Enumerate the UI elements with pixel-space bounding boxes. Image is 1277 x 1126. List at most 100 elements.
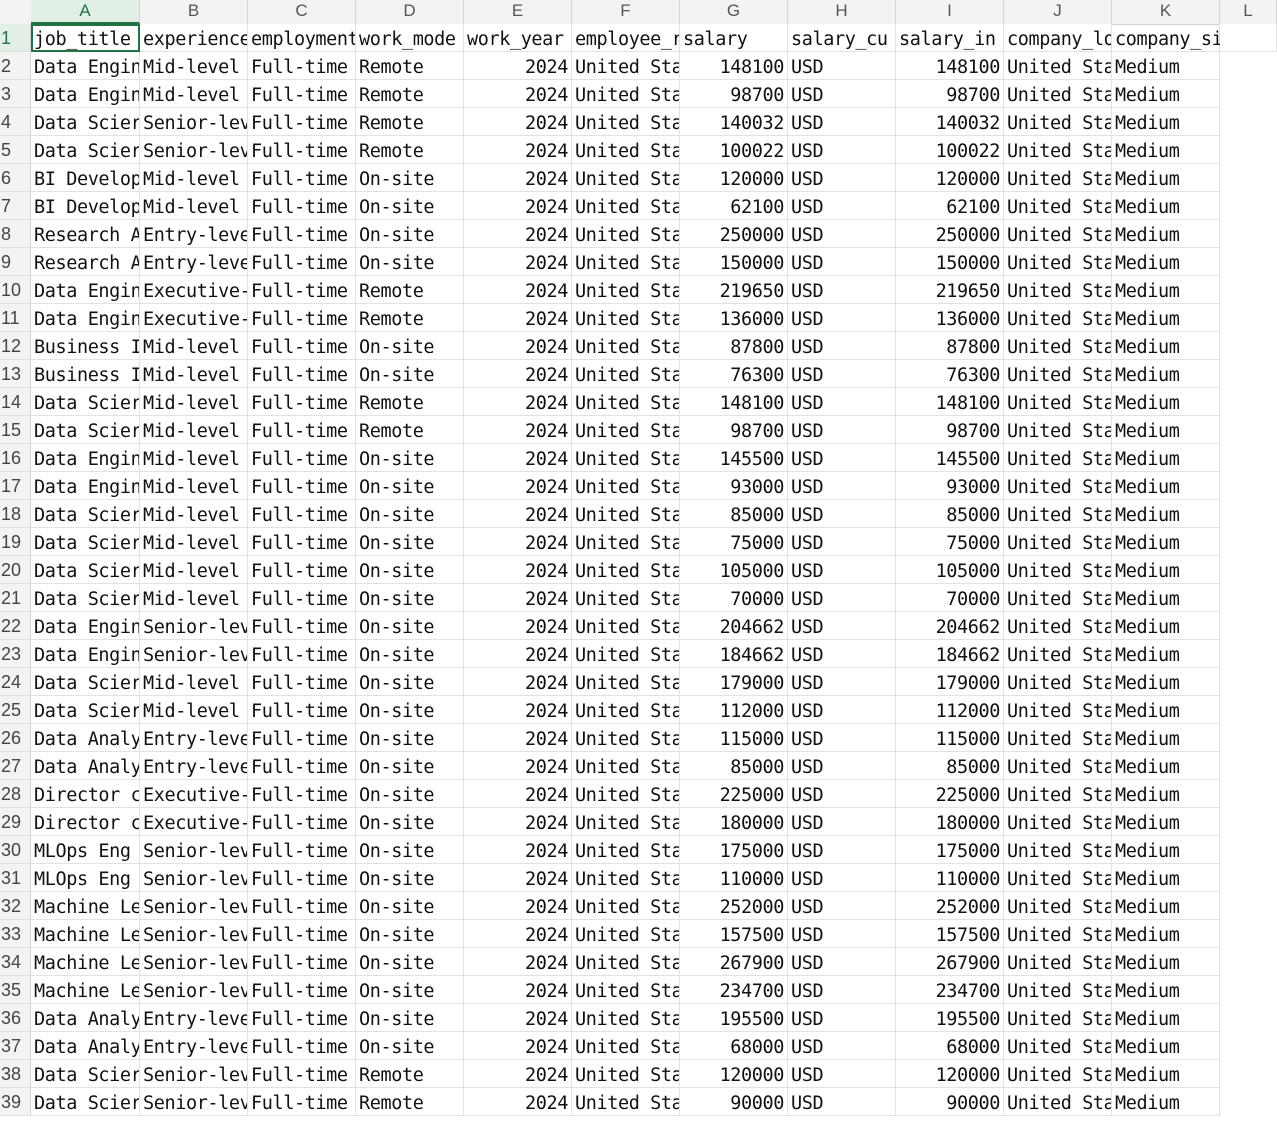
cell-h18[interactable]: USD bbox=[788, 500, 896, 528]
cell-f24[interactable]: United Sta bbox=[572, 668, 680, 696]
cell-a22[interactable]: Data Engin bbox=[31, 612, 140, 640]
cell-b17[interactable]: Mid-level bbox=[140, 472, 248, 500]
cell-b25[interactable]: Mid-level bbox=[140, 696, 248, 724]
cell-i30[interactable]: 175000 bbox=[896, 836, 1004, 864]
row-header-27[interactable]: 27 bbox=[0, 752, 31, 780]
cell-a6[interactable]: BI Develop bbox=[31, 164, 140, 192]
row-header-16[interactable]: 16 bbox=[0, 444, 31, 472]
cell-j20[interactable]: United Sta bbox=[1004, 556, 1112, 584]
cell-i31[interactable]: 110000 bbox=[896, 864, 1004, 892]
cell-f21[interactable]: United Sta bbox=[572, 584, 680, 612]
cell-f4[interactable]: United Sta bbox=[572, 108, 680, 136]
cell-f9[interactable]: United Sta bbox=[572, 248, 680, 276]
cell-b13[interactable]: Mid-level bbox=[140, 360, 248, 388]
cell-k13[interactable]: Medium bbox=[1112, 360, 1220, 388]
row-header-4[interactable]: 4 bbox=[0, 108, 31, 136]
cell-k24[interactable]: Medium bbox=[1112, 668, 1220, 696]
cell-c1[interactable]: employment bbox=[248, 24, 356, 52]
row-header-5[interactable]: 5 bbox=[0, 136, 31, 164]
cell-a17[interactable]: Data Engin bbox=[31, 472, 140, 500]
cell-a2[interactable]: Data Engin bbox=[31, 52, 140, 80]
cell-c14[interactable]: Full-time bbox=[248, 388, 356, 416]
cell-j16[interactable]: United Sta bbox=[1004, 444, 1112, 472]
cell-f13[interactable]: United Sta bbox=[572, 360, 680, 388]
cell-a28[interactable]: Director c bbox=[31, 780, 140, 808]
cell-e4[interactable]: 2024 bbox=[464, 108, 572, 136]
row-header-9[interactable]: 9 bbox=[0, 248, 31, 276]
cell-d15[interactable]: Remote bbox=[356, 416, 464, 444]
cell-d32[interactable]: On-site bbox=[356, 892, 464, 920]
cell-j28[interactable]: United Sta bbox=[1004, 780, 1112, 808]
cell-h7[interactable]: USD bbox=[788, 192, 896, 220]
cell-k21[interactable]: Medium bbox=[1112, 584, 1220, 612]
cell-e5[interactable]: 2024 bbox=[464, 136, 572, 164]
cell-c7[interactable]: Full-time bbox=[248, 192, 356, 220]
cell-e7[interactable]: 2024 bbox=[464, 192, 572, 220]
cell-c39[interactable]: Full-time bbox=[248, 1088, 356, 1116]
cell-a24[interactable]: Data Scier bbox=[31, 668, 140, 696]
cell-e13[interactable]: 2024 bbox=[464, 360, 572, 388]
row-header-34[interactable]: 34 bbox=[0, 948, 31, 976]
cell-b24[interactable]: Mid-level bbox=[140, 668, 248, 696]
cell-f31[interactable]: United Sta bbox=[572, 864, 680, 892]
cell-c33[interactable]: Full-time bbox=[248, 920, 356, 948]
cell-k15[interactable]: Medium bbox=[1112, 416, 1220, 444]
cell-j32[interactable]: United Sta bbox=[1004, 892, 1112, 920]
cell-c25[interactable]: Full-time bbox=[248, 696, 356, 724]
cell-i11[interactable]: 136000 bbox=[896, 304, 1004, 332]
cell-j36[interactable]: United Sta bbox=[1004, 1004, 1112, 1032]
cell-i22[interactable]: 204662 bbox=[896, 612, 1004, 640]
cell-c23[interactable]: Full-time bbox=[248, 640, 356, 668]
cell-b2[interactable]: Mid-level bbox=[140, 52, 248, 80]
cell-e2[interactable]: 2024 bbox=[464, 52, 572, 80]
cell-c13[interactable]: Full-time bbox=[248, 360, 356, 388]
cell-a18[interactable]: Data Scier bbox=[31, 500, 140, 528]
cell-i27[interactable]: 85000 bbox=[896, 752, 1004, 780]
cell-g16[interactable]: 145500 bbox=[680, 444, 788, 472]
cell-d25[interactable]: On-site bbox=[356, 696, 464, 724]
cell-h22[interactable]: USD bbox=[788, 612, 896, 640]
row-header-11[interactable]: 11 bbox=[0, 304, 31, 332]
cell-c38[interactable]: Full-time bbox=[248, 1060, 356, 1088]
cell-j18[interactable]: United Sta bbox=[1004, 500, 1112, 528]
cell-k12[interactable]: Medium bbox=[1112, 332, 1220, 360]
cell-h28[interactable]: USD bbox=[788, 780, 896, 808]
cell-d10[interactable]: Remote bbox=[356, 276, 464, 304]
cell-d8[interactable]: On-site bbox=[356, 220, 464, 248]
cell-b23[interactable]: Senior-lev bbox=[140, 640, 248, 668]
cell-k32[interactable]: Medium bbox=[1112, 892, 1220, 920]
row-header-22[interactable]: 22 bbox=[0, 612, 31, 640]
cell-a26[interactable]: Data Analy bbox=[31, 724, 140, 752]
cell-g35[interactable]: 234700 bbox=[680, 976, 788, 1004]
cell-h14[interactable]: USD bbox=[788, 388, 896, 416]
cell-k36[interactable]: Medium bbox=[1112, 1004, 1220, 1032]
row-header-38[interactable]: 38 bbox=[0, 1060, 31, 1088]
cell-g36[interactable]: 195500 bbox=[680, 1004, 788, 1032]
cell-h1[interactable]: salary_cu bbox=[788, 24, 896, 52]
cell-g23[interactable]: 184662 bbox=[680, 640, 788, 668]
cell-d34[interactable]: On-site bbox=[356, 948, 464, 976]
row-header-12[interactable]: 12 bbox=[0, 332, 31, 360]
cell-k6[interactable]: Medium bbox=[1112, 164, 1220, 192]
cell-i15[interactable]: 98700 bbox=[896, 416, 1004, 444]
cell-h25[interactable]: USD bbox=[788, 696, 896, 724]
cell-d16[interactable]: On-site bbox=[356, 444, 464, 472]
cell-i7[interactable]: 62100 bbox=[896, 192, 1004, 220]
cell-c12[interactable]: Full-time bbox=[248, 332, 356, 360]
cell-j4[interactable]: United Sta bbox=[1004, 108, 1112, 136]
cell-d22[interactable]: On-site bbox=[356, 612, 464, 640]
row-header-36[interactable]: 36 bbox=[0, 1004, 31, 1032]
cell-k11[interactable]: Medium bbox=[1112, 304, 1220, 332]
cell-b37[interactable]: Entry-leve bbox=[140, 1032, 248, 1060]
row-header-19[interactable]: 19 bbox=[0, 528, 31, 556]
cell-j29[interactable]: United Sta bbox=[1004, 808, 1112, 836]
column-header-i[interactable]: I bbox=[896, 0, 1004, 24]
cell-j19[interactable]: United Sta bbox=[1004, 528, 1112, 556]
cell-k14[interactable]: Medium bbox=[1112, 388, 1220, 416]
cell-b33[interactable]: Senior-lev bbox=[140, 920, 248, 948]
cell-a7[interactable]: BI Develop bbox=[31, 192, 140, 220]
cell-g8[interactable]: 250000 bbox=[680, 220, 788, 248]
cell-d39[interactable]: Remote bbox=[356, 1088, 464, 1116]
cell-i9[interactable]: 150000 bbox=[896, 248, 1004, 276]
cell-d4[interactable]: Remote bbox=[356, 108, 464, 136]
